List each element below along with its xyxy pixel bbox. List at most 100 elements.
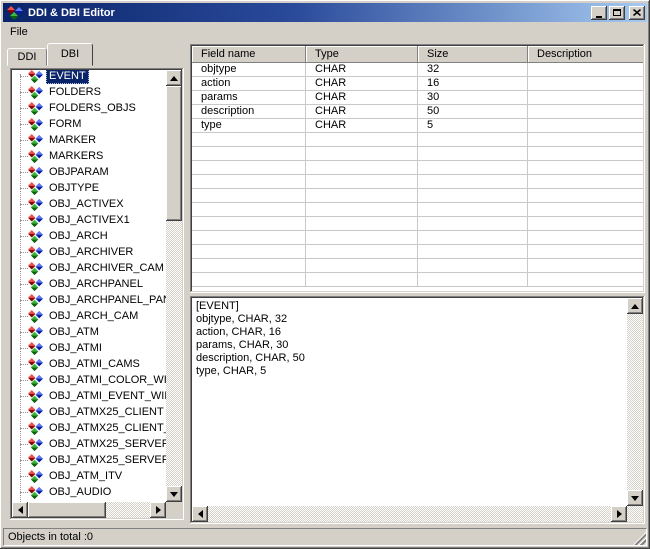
scrollbar-thumb[interactable] [28,502,106,518]
tab-dbi[interactable]: DBI [47,43,93,66]
scrollbar-track[interactable] [28,502,150,518]
table-cell[interactable]: CHAR [306,63,418,77]
table-cell[interactable]: CHAR [306,77,418,91]
tree-item[interactable]: OBJ_ATMX25_SERVER [12,436,166,452]
table-cell[interactable]: 30 [418,91,528,105]
tree-item[interactable]: OBJ_ARCHIVER_CAM [12,260,166,276]
tree-item-label: OBJ_ACTIVEX1 [46,213,133,228]
table-cell [306,189,418,203]
table-cell [192,161,306,175]
scrollbar-corner [166,502,182,518]
table-cell[interactable]: 16 [418,77,528,91]
tree-item[interactable]: OBJ_ATMI_EVENT_WIN [12,388,166,404]
scroll-left-button[interactable] [192,506,208,522]
tree-item[interactable]: OBJ_ATMI_COLOR_WIN [12,372,166,388]
tree-item[interactable]: FOLDERS_OBJS [12,100,166,116]
scroll-down-button[interactable] [166,486,182,502]
close-button[interactable] [629,6,645,20]
table-cell[interactable]: 32 [418,63,528,77]
rgb-component-icon [28,213,43,228]
table-row[interactable]: paramsCHAR30 [192,91,643,105]
tree-item[interactable]: OBJ_ARCH [12,228,166,244]
table-cell [418,133,528,147]
tree-item[interactable]: OBJTYPE [12,180,166,196]
tree-item-label: OBJ_ARCH [46,229,111,244]
table-cell[interactable]: 50 [418,105,528,119]
table-cell[interactable]: type [192,119,306,133]
menu-bar: File [3,22,647,42]
tree-item[interactable]: OBJ_ACTIVEX1 [12,212,166,228]
definition-line: type, CHAR, 5 [196,365,623,378]
tree-item[interactable]: FOLDERS [12,84,166,100]
table-cell[interactable]: CHAR [306,119,418,133]
scroll-down-button[interactable] [627,490,643,506]
tree-item[interactable]: OBJ_ATM [12,324,166,340]
table-cell[interactable]: description [192,105,306,119]
scrollbar-track[interactable] [166,86,182,486]
table-cell[interactable]: params [192,91,306,105]
tree-item[interactable]: EVENT [12,70,166,84]
tree-item[interactable]: OBJ_ATMX25_SERVER [12,452,166,468]
table-cell[interactable]: objtype [192,63,306,77]
tree-item[interactable]: MARKER [12,132,166,148]
table-cell [192,245,306,259]
tree-item-label: OBJ_ATMX25_SERVER [46,453,166,468]
tree-item[interactable]: OBJ_ARCHPANEL_PANEL [12,292,166,308]
minimize-button[interactable] [591,6,607,20]
arrow-right-icon [156,506,161,514]
table-cell[interactable] [528,91,643,105]
tree-item-label: FORM [46,117,84,132]
tree-item-label: OBJPARAM [46,165,112,180]
tree-item[interactable]: OBJ_ATMI_CAMS [12,356,166,372]
tab-ddi[interactable]: DDI [7,48,47,66]
table-row[interactable]: descriptionCHAR50 [192,105,643,119]
tree-item[interactable]: OBJ_ARCHPANEL [12,276,166,292]
tree-item[interactable]: OBJ_ARCH_CAM [12,308,166,324]
app-icon[interactable] [7,5,23,21]
tree-item[interactable]: OBJ_ACTIVEX [12,196,166,212]
tree-item[interactable]: OBJ_ATMX25_CLIENT_ [12,420,166,436]
scroll-up-button[interactable] [166,70,182,86]
tree-item[interactable]: FORM [12,116,166,132]
scroll-left-button[interactable] [12,502,28,518]
scrollbar-track[interactable] [627,314,643,490]
tree-item[interactable]: OBJ_ATMX25_CLIENT [12,404,166,420]
definition-text-panel: [EVENT]objtype, CHAR, 32action, CHAR, 16… [190,296,645,524]
tree-item[interactable]: MARKERS [12,148,166,164]
scroll-right-button[interactable] [150,502,166,518]
rgb-component-icon [28,437,43,452]
table-cell[interactable] [528,105,643,119]
tree-item-label: FOLDERS_OBJS [46,101,139,116]
tree-item[interactable]: OBJPARAM [12,164,166,180]
table-cell[interactable]: CHAR [306,91,418,105]
column-header[interactable]: Description [528,46,643,63]
menu-file[interactable]: File [3,24,35,40]
rgb-component-icon [28,325,43,340]
scroll-up-button[interactable] [627,298,643,314]
table-cell[interactable] [528,77,643,91]
column-header[interactable]: Type [306,46,418,63]
scroll-right-button[interactable] [611,506,627,522]
table-cell[interactable] [528,63,643,77]
table-row[interactable]: actionCHAR16 [192,77,643,91]
arrow-down-icon [170,492,178,497]
table-cell[interactable]: 5 [418,119,528,133]
column-header[interactable]: Size [418,46,528,63]
definition-line: objtype, CHAR, 32 [196,313,623,326]
scrollbar-track[interactable] [208,506,611,522]
table-row[interactable]: objtypeCHAR32 [192,63,643,77]
table-row[interactable]: typeCHAR5 [192,119,643,133]
table-cell[interactable]: CHAR [306,105,418,119]
table-cell[interactable]: action [192,77,306,91]
titlebar[interactable]: DDI & DBI Editor [3,3,647,22]
tree-item[interactable]: OBJ_AUDIO [12,484,166,500]
table-cell[interactable] [528,119,643,133]
maximize-button[interactable] [609,6,625,20]
tree-item[interactable]: OBJ_ARCHIVER [12,244,166,260]
scrollbar-thumb[interactable] [166,86,182,221]
column-header[interactable]: Field name [192,46,306,63]
tree-item[interactable]: OBJ_ATM_ITV [12,468,166,484]
definition-text[interactable]: [EVENT]objtype, CHAR, 32action, CHAR, 16… [192,298,627,506]
table-cell [192,259,306,273]
tree-item[interactable]: OBJ_ATMI [12,340,166,356]
